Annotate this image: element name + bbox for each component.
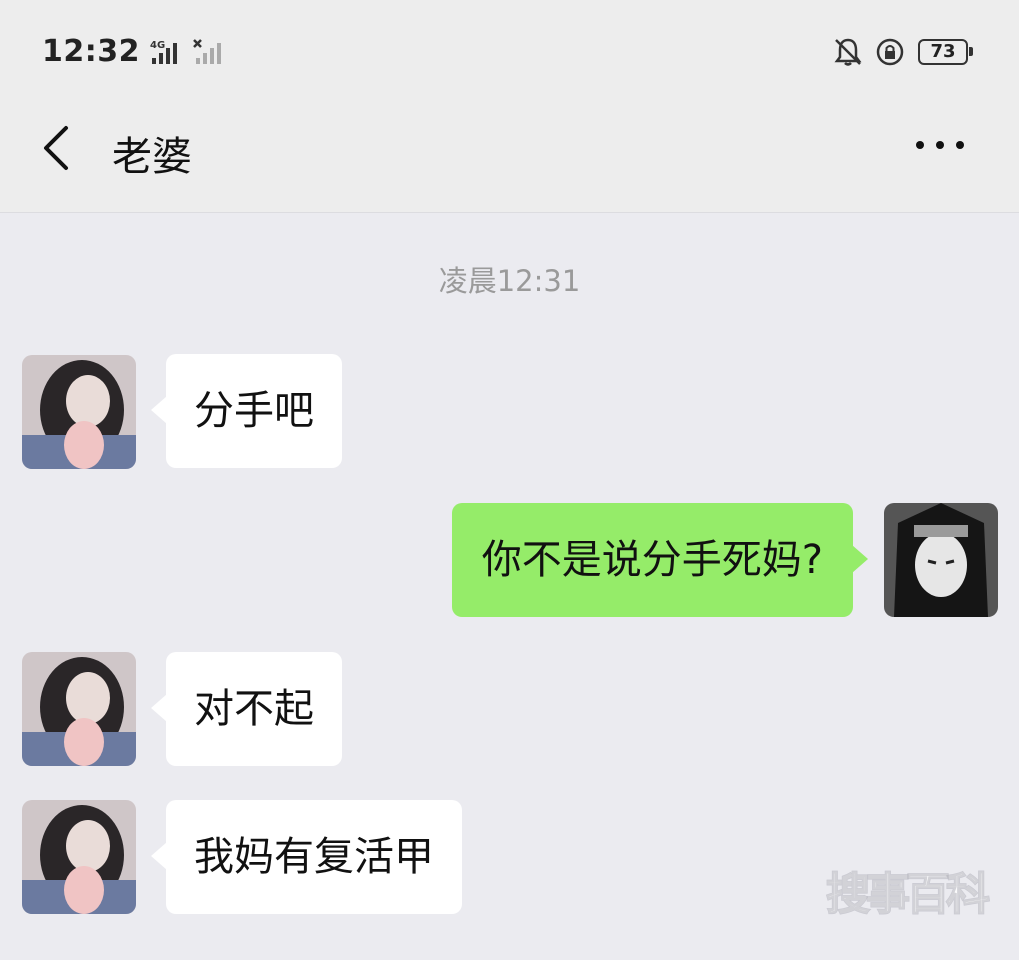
message-bubble-incoming[interactable]: 对不起 xyxy=(151,652,342,766)
message-bubble-incoming[interactable]: 我妈有复活甲 xyxy=(151,800,462,914)
my-avatar[interactable] xyxy=(884,503,998,617)
signal-no-service-icon xyxy=(193,39,221,64)
avatar-photo xyxy=(22,800,136,914)
battery-icon: 73 xyxy=(918,39,973,65)
message-bubble-outgoing[interactable]: 你不是说分手死妈? xyxy=(451,503,869,617)
chevron-left-icon[interactable] xyxy=(38,122,78,174)
more-horizontal-icon[interactable] xyxy=(912,130,968,160)
status-bar: 12:32 4G 73 xyxy=(0,0,1019,100)
contact-avatar[interactable] xyxy=(22,355,136,469)
signal-4g-icon: 4G xyxy=(150,40,177,64)
chat-title: 老婆 xyxy=(112,134,192,180)
message-timestamp: 凌晨12:31 xyxy=(438,264,581,298)
watermark: 搜事百科 xyxy=(825,868,991,921)
rotation-lock-icon xyxy=(876,38,904,66)
bell-muted-icon xyxy=(834,38,862,66)
message-bubble-incoming[interactable]: 分手吧 xyxy=(151,354,342,468)
svg-text:4G: 4G xyxy=(150,40,165,51)
contact-avatar[interactable] xyxy=(22,652,136,766)
contact-avatar[interactable] xyxy=(22,800,136,914)
avatar-photo xyxy=(884,503,998,617)
status-time: 12:32 xyxy=(42,34,140,69)
avatar-photo xyxy=(22,652,136,766)
chat-header: 老婆 xyxy=(0,100,1019,213)
avatar-photo xyxy=(22,355,136,469)
